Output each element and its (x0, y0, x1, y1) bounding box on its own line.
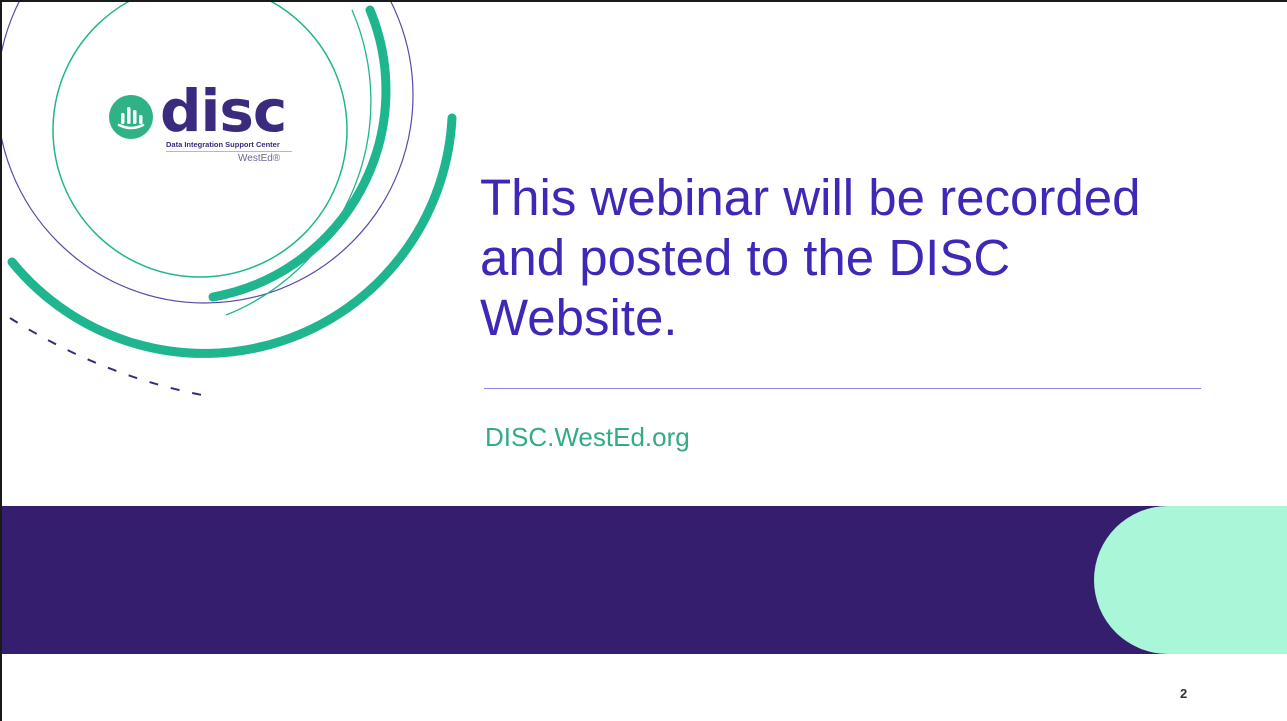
disc-logo: disc Data Integration Support Center Wes… (108, 78, 293, 172)
headline-divider (484, 388, 1201, 389)
bar-chart-icon (109, 95, 153, 139)
page-number: 2 (1180, 686, 1188, 701)
logo-brand-name: WestEd (238, 153, 273, 164)
footer-band-accent-shape (1094, 506, 1287, 654)
logo-wordmark: disc (160, 77, 287, 145)
logo-brand: WestEd® (238, 153, 280, 164)
slide: disc Data Integration Support Center Wes… (0, 0, 1287, 721)
slide-headline: This webinar will be recorded and posted… (480, 169, 1141, 346)
logo-divider (166, 151, 292, 152)
logo-subtitle: Data Integration Support Center (166, 140, 280, 149)
logo-brand-mark: ® (272, 153, 281, 164)
decorative-rings (0, 0, 457, 396)
website-link[interactable]: DISC.WestEd.org (485, 422, 690, 453)
